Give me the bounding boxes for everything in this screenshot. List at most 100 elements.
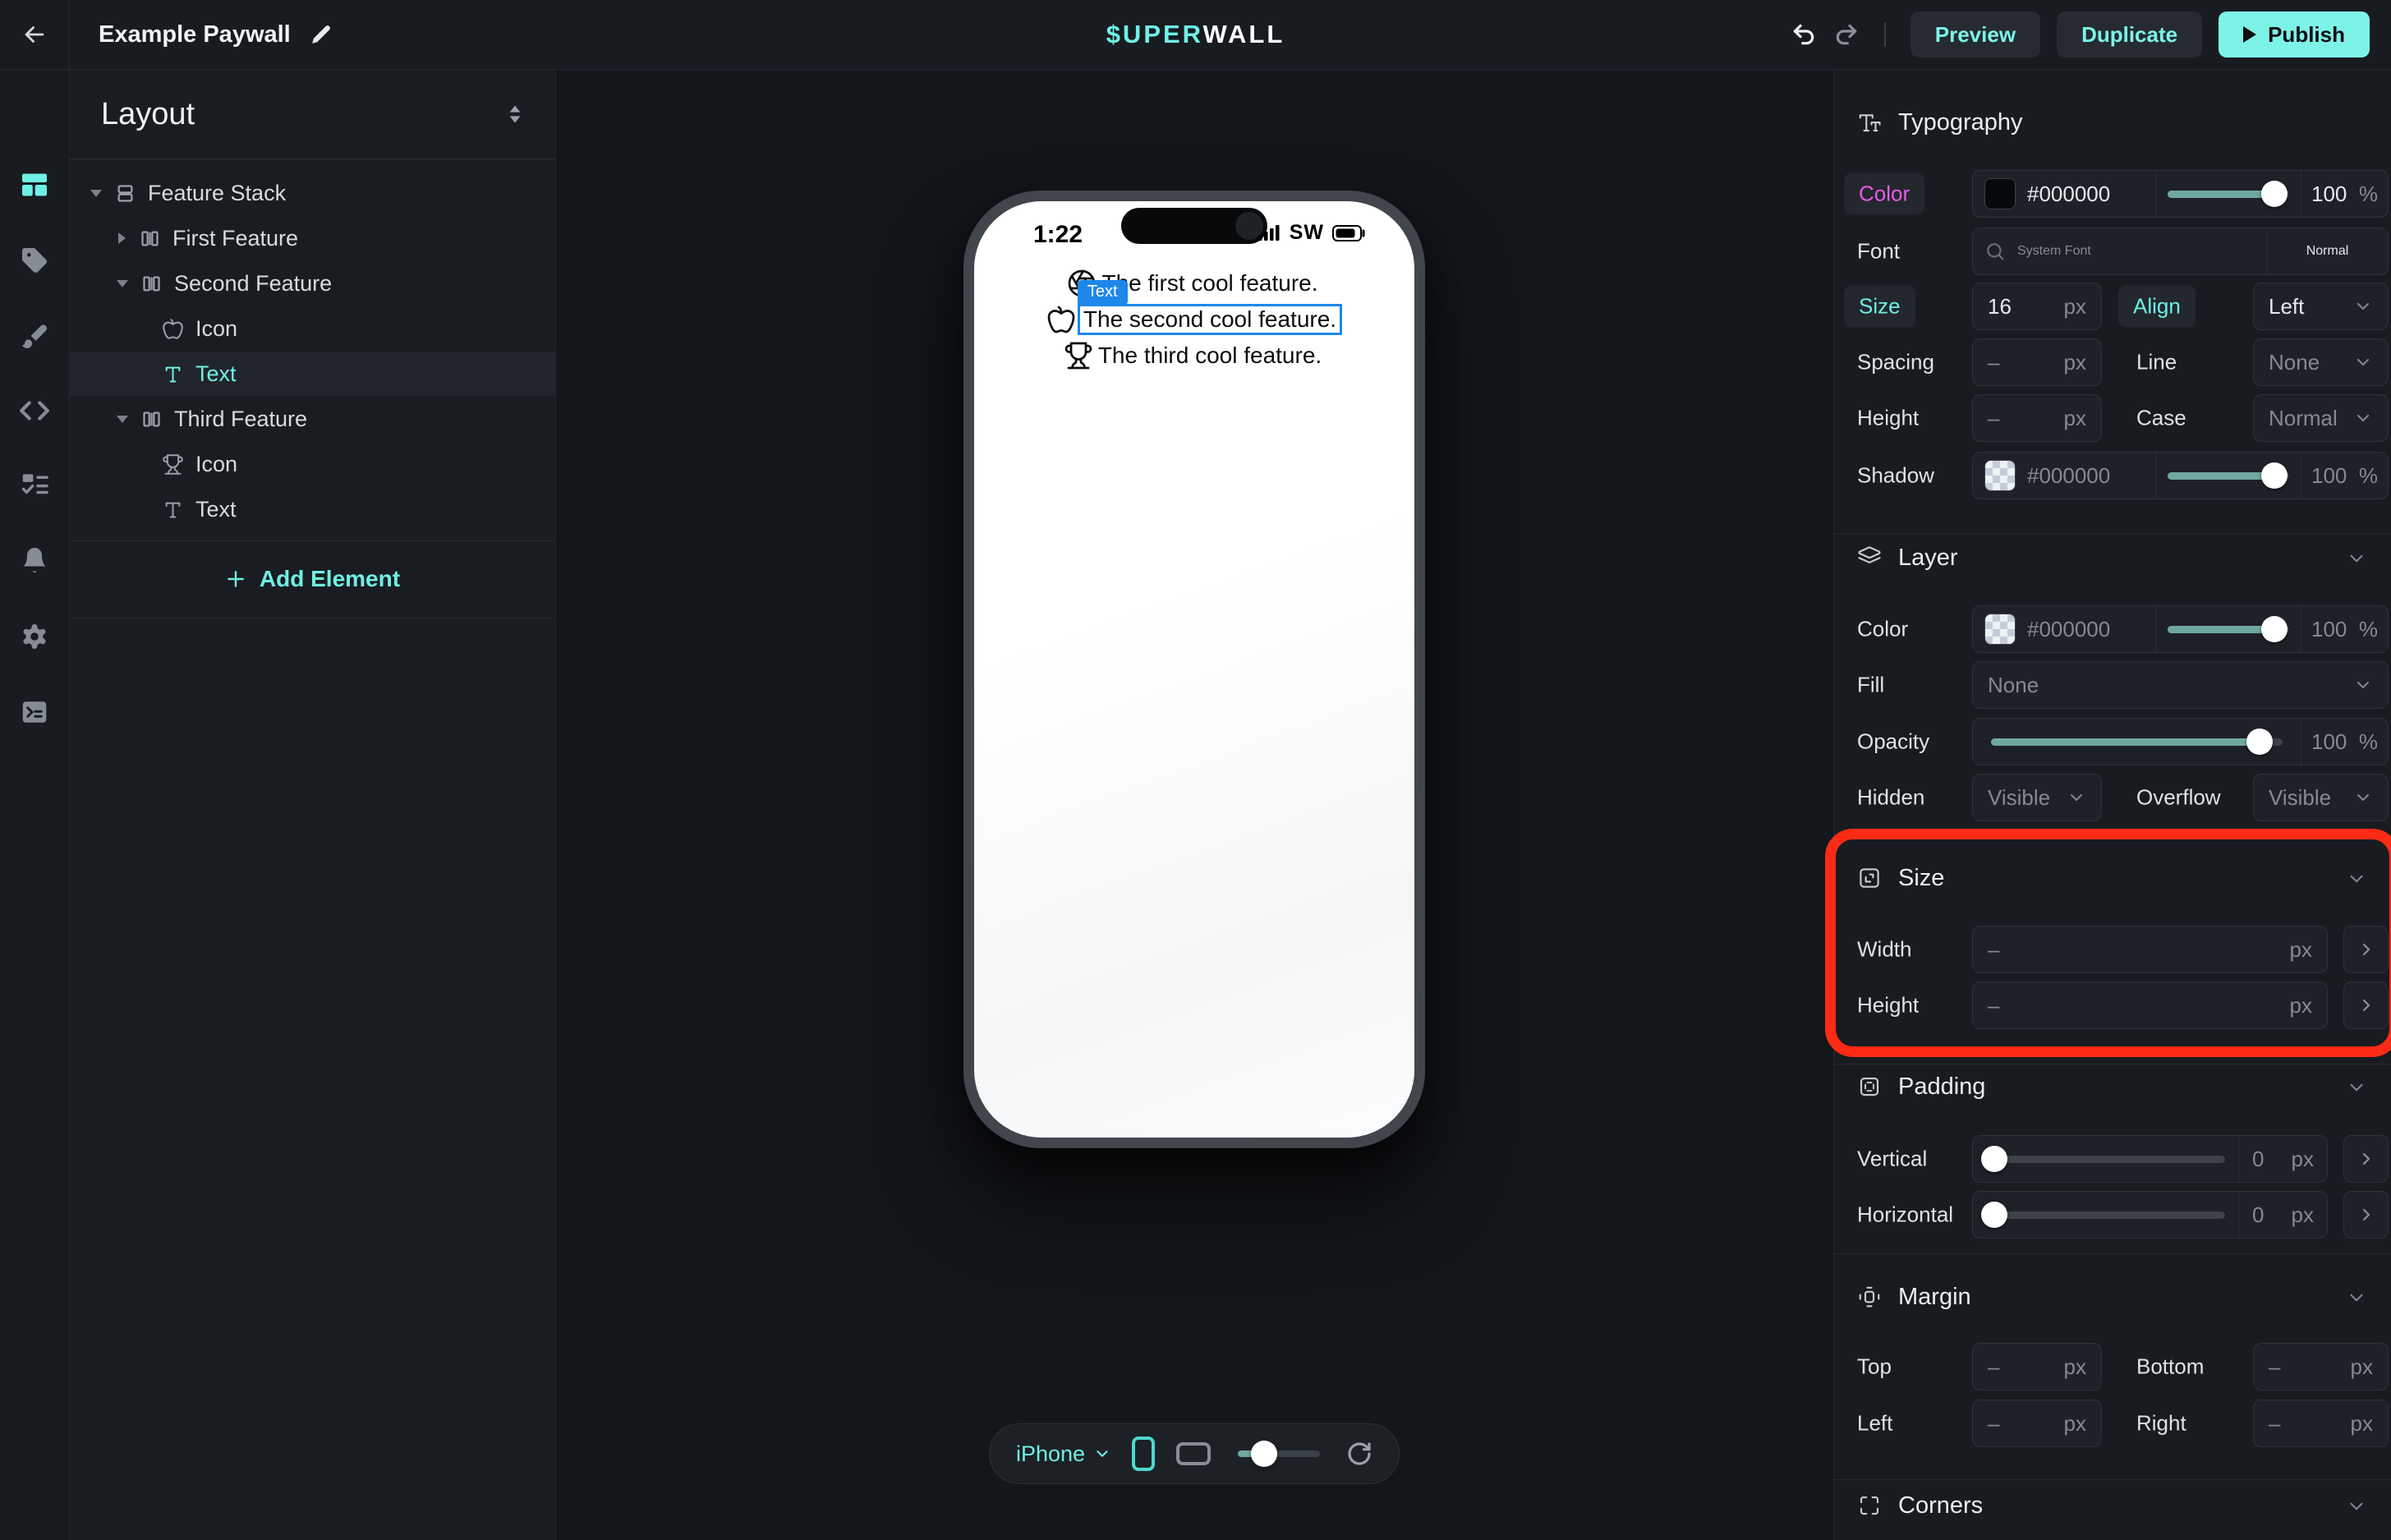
tree-item-first-feature[interactable]: First Feature (70, 216, 555, 260)
margin-top-field[interactable]: – px (1972, 1343, 2102, 1391)
refresh-icon[interactable] (1346, 1441, 1373, 1467)
layer-color-opacity-slider[interactable] (2155, 606, 2301, 652)
overflow-select[interactable]: Visible (2253, 774, 2389, 821)
device-select[interactable]: iPhone (1016, 1441, 1111, 1467)
opacity-slider[interactable] (1973, 719, 2301, 765)
tree-item-second-feature[interactable]: Second Feature (70, 261, 555, 306)
tree-item-feature-stack[interactable]: Feature Stack (70, 171, 555, 215)
slider-thumb[interactable] (2261, 181, 2288, 207)
chevron-down-icon[interactable] (2346, 1287, 2367, 1308)
selected-text-element[interactable]: Text The second cool feature. (1078, 304, 1342, 335)
zoom-slider[interactable] (1238, 1450, 1320, 1457)
slider-thumb[interactable] (2246, 729, 2273, 755)
caret-right-icon[interactable] (116, 232, 127, 245)
slider-thumb[interactable] (2261, 616, 2288, 642)
horizontal-padding-slider[interactable] (1973, 1211, 2238, 1219)
vertical-padding-expand-button[interactable] (2343, 1135, 2389, 1183)
color-swatch[interactable] (1984, 178, 2016, 209)
shadow-hex-field[interactable]: #000000 (1973, 453, 2155, 499)
tree-item-icon-2[interactable]: Icon (70, 306, 555, 351)
terminal-icon[interactable] (20, 697, 49, 727)
chevron-down-icon[interactable] (2346, 548, 2367, 569)
align-select[interactable]: Left (2253, 283, 2389, 330)
chevron-down-icon[interactable] (2346, 1077, 2367, 1098)
caret-down-icon[interactable] (90, 187, 103, 199)
phone-screen[interactable]: 1:22 SW The first cool feature. Text (974, 201, 1414, 1138)
slider-thumb[interactable] (1981, 1202, 2007, 1228)
opacity-field[interactable]: 100 % (2301, 719, 2388, 765)
line-select[interactable]: None (2253, 338, 2389, 386)
landscape-orientation-button[interactable] (1175, 1441, 1212, 1466)
fill-select[interactable]: None (1972, 661, 2389, 709)
layer-color-opacity-field[interactable]: 100 % (2301, 606, 2388, 652)
settings-gear-icon[interactable] (20, 622, 49, 651)
chevron-down-icon[interactable] (2346, 868, 2367, 890)
feature-row-2-selected[interactable]: Text The second cool feature. (1046, 305, 1342, 334)
size-property-label[interactable]: Size (1844, 286, 1915, 328)
color-opacity-slider[interactable] (2155, 171, 2301, 217)
padding-section-header[interactable]: Padding (1857, 1070, 1985, 1103)
size-section-header[interactable]: Size (1857, 862, 1944, 894)
font-search-field[interactable]: System Font (1973, 228, 2266, 274)
margin-right-field[interactable]: – px (2253, 1400, 2389, 1447)
code-tab-icon[interactable] (19, 395, 50, 426)
products-tag-icon[interactable] (20, 246, 49, 275)
vertical-padding-slider[interactable] (1973, 1156, 2238, 1163)
tree-item-icon-3[interactable]: Icon (70, 442, 555, 486)
horizontal-padding-field[interactable]: 0 px (2238, 1192, 2327, 1238)
back-button[interactable] (0, 0, 70, 69)
margin-left-field[interactable]: – px (1972, 1400, 2102, 1447)
checklist-icon[interactable] (19, 469, 50, 500)
horizontal-padding-control[interactable]: 0 px (1972, 1191, 2328, 1239)
portrait-orientation-button[interactable] (1131, 1436, 1156, 1472)
align-property-label[interactable]: Align (2118, 286, 2196, 328)
duplicate-button[interactable]: Duplicate (2057, 11, 2202, 57)
line-height-field[interactable]: – px (1972, 394, 2102, 442)
tree-item-third-feature[interactable]: Third Feature (70, 397, 555, 441)
corners-section-header[interactable]: Corners (1857, 1489, 1983, 1522)
font-size-field[interactable]: 16 px (1972, 283, 2102, 330)
typography-section-header[interactable]: Typography (1857, 106, 2023, 139)
feature-row-3[interactable]: The third cool feature. (1064, 341, 1325, 370)
caret-down-icon[interactable] (116, 278, 129, 289)
letter-spacing-field[interactable]: – px (1972, 338, 2102, 386)
edit-pencil-icon[interactable] (310, 24, 332, 45)
font-weight-select[interactable]: Normal (2266, 228, 2388, 274)
shadow-opacity-field[interactable]: 100 % (2301, 453, 2388, 499)
height-field[interactable]: – px (1972, 981, 2328, 1029)
width-expand-button[interactable] (2343, 926, 2389, 973)
width-field[interactable]: – px (1972, 926, 2328, 973)
tree-item-text-3[interactable]: Text (70, 487, 555, 531)
margin-section-header[interactable]: Margin (1857, 1280, 1971, 1313)
slider-thumb[interactable] (1981, 1146, 2007, 1172)
layout-tab-icon[interactable] (20, 170, 49, 200)
preview-button[interactable]: Preview (1911, 11, 2040, 57)
color-hex-field[interactable]: #000000 (1973, 171, 2155, 217)
height-expand-button[interactable] (2343, 981, 2389, 1029)
tree-item-text-2-selected[interactable]: Text (70, 352, 555, 396)
sort-icon[interactable] (506, 103, 524, 126)
horizontal-padding-expand-button[interactable] (2343, 1191, 2389, 1239)
publish-button[interactable]: Publish (2219, 11, 2370, 57)
layer-color-swatch[interactable] (1984, 614, 2016, 645)
zoom-slider-thumb[interactable] (1251, 1441, 1277, 1467)
case-select[interactable]: Normal (2253, 394, 2389, 442)
layer-section-header[interactable]: Layer (1857, 541, 1958, 574)
chevron-down-icon[interactable] (2346, 1496, 2367, 1517)
caret-down-icon[interactable] (116, 413, 129, 425)
shadow-opacity-slider[interactable] (2155, 453, 2301, 499)
undo-icon[interactable] (1791, 21, 1817, 48)
redo-icon[interactable] (1833, 21, 1860, 48)
shadow-swatch[interactable] (1984, 460, 2016, 491)
color-property-label[interactable]: Color (1844, 173, 1924, 215)
vertical-padding-field[interactable]: 0 px (2238, 1136, 2327, 1182)
hidden-select[interactable]: Visible (1972, 774, 2102, 821)
notifications-bell-icon[interactable] (20, 545, 49, 575)
vertical-padding-control[interactable]: 0 px (1972, 1135, 2328, 1183)
color-opacity-field[interactable]: 100 % (2301, 171, 2388, 217)
theme-brush-icon[interactable] (20, 321, 49, 351)
margin-bottom-field[interactable]: – px (2253, 1343, 2389, 1391)
slider-thumb[interactable] (2261, 462, 2288, 489)
add-element-button[interactable]: Add Element (70, 541, 555, 617)
layer-color-hex-field[interactable]: #000000 (1973, 606, 2155, 652)
